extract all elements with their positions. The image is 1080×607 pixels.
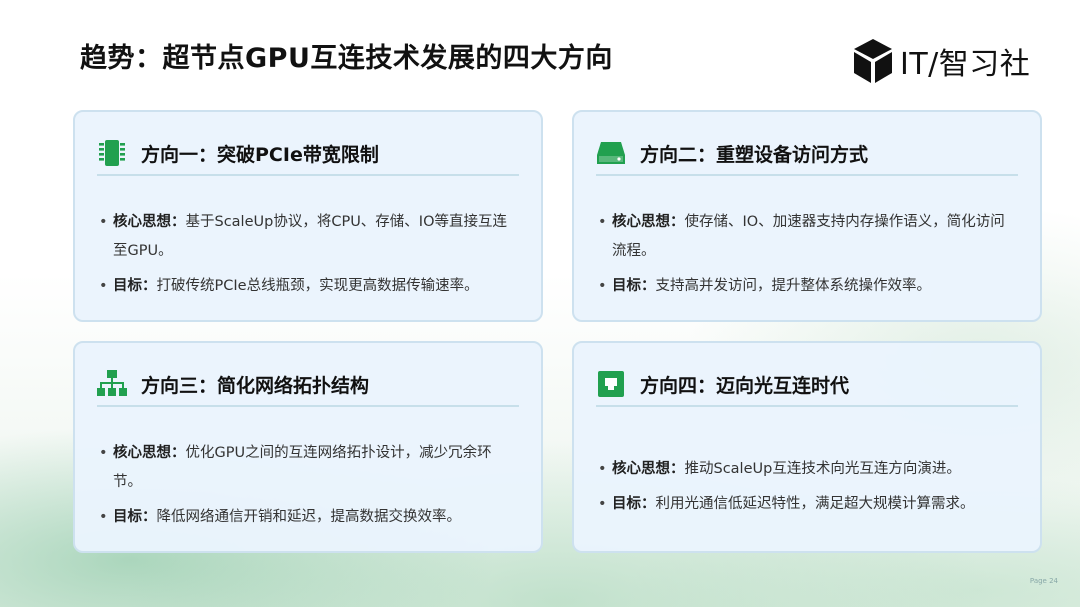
cube-logo-icon [854, 39, 892, 83]
card-bullets: 核心思想：推动ScaleUp互连技术向光互连方向演进。 目标：利用光通信低延迟特… [598, 455, 1016, 525]
card-bullets: 核心思想：优化GPU之间的互连网络拓扑设计，减少冗余环节。 目标：降低网络通信开… [99, 439, 517, 538]
card-header: 方向四：迈向光互连时代 [596, 368, 849, 400]
card-title: 方向三：简化网络拓扑结构 [141, 374, 370, 397]
slide-title: 趋势：超节点GPU互连技术发展的四大方向 [80, 43, 613, 74]
direction-card-2: 方向二：重塑设备访问方式 核心思想：使存储、IO、加速器支持内存操作语义，简化访… [572, 110, 1042, 322]
bullet-item: 核心思想：推动ScaleUp互连技术向光互连方向演进。 [598, 455, 1016, 484]
bullet-text: 打破传统PCIe总线瓶颈，实现更高数据传输速率。 [156, 278, 479, 294]
bullet-key: 核心思想： [612, 214, 685, 230]
card-title: 方向二：重塑设备访问方式 [640, 143, 869, 166]
bullet-item: 目标：支持高并发访问，提升整体系统操作效率。 [598, 272, 1016, 301]
card-header: 方向一：突破PCIe带宽限制 [97, 137, 379, 169]
card-divider [97, 405, 519, 407]
bullet-key: 目标： [113, 278, 157, 294]
bullet-key: 核心思想： [113, 214, 186, 230]
card-header: 方向二：重塑设备访问方式 [596, 137, 868, 169]
direction-card-1: 方向一：突破PCIe带宽限制 核心思想：基于ScaleUp协议，将CPU、存储、… [73, 110, 543, 322]
card-divider [596, 405, 1018, 407]
bullet-text: 降低网络通信开销和延迟，提高数据交换效率。 [156, 509, 462, 525]
card-title: 方向一：突破PCIe带宽限制 [141, 143, 379, 166]
card-divider [97, 174, 519, 176]
bullet-item: 核心思想：基于ScaleUp协议，将CPU、存储、IO等直接互连至GPU。 [99, 208, 517, 266]
bullet-item: 目标：打破传统PCIe总线瓶颈，实现更高数据传输速率。 [99, 272, 517, 301]
bullet-text: 支持高并发访问，提升整体系统操作效率。 [655, 278, 932, 294]
optical-port-icon [598, 371, 624, 397]
bullet-item: 核心思想：使存储、IO、加速器支持内存操作语义，简化访问流程。 [598, 208, 1016, 266]
page-number: Page 24 [1029, 577, 1058, 585]
bullet-key: 核心思想： [612, 461, 685, 477]
direction-card-3: 方向三：简化网络拓扑结构 核心思想：优化GPU之间的互连网络拓扑设计，减少冗余环… [73, 341, 543, 553]
bullet-item: 目标：降低网络通信开销和延迟，提高数据交换效率。 [99, 503, 517, 532]
card-divider [596, 174, 1018, 176]
bullet-item: 核心思想：优化GPU之间的互连网络拓扑设计，减少冗余环节。 [99, 439, 517, 497]
card-bullets: 核心思想：使存储、IO、加速器支持内存操作语义，简化访问流程。 目标：支持高并发… [598, 208, 1016, 307]
bullet-key: 目标： [113, 509, 157, 525]
direction-card-4: 方向四：迈向光互连时代 核心思想：推动ScaleUp互连技术向光互连方向演进。 … [572, 341, 1042, 553]
card-title: 方向四：迈向光互连时代 [640, 374, 850, 397]
bullet-key: 核心思想： [113, 445, 186, 461]
bullet-text: 利用光通信低延迟特性，满足超大规模计算需求。 [655, 496, 975, 512]
logo-text: IT/智习社 [900, 47, 1031, 82]
bullet-text: 推动ScaleUp互连技术向光互连方向演进。 [684, 461, 961, 477]
bullet-key: 目标： [612, 278, 656, 294]
bullet-key: 目标： [612, 496, 656, 512]
card-header: 方向三：简化网络拓扑结构 [97, 368, 369, 400]
chip-icon [99, 140, 125, 166]
brand-logo: IT/智习社 [852, 38, 1030, 84]
network-tree-icon [97, 370, 127, 396]
storage-drive-icon [597, 142, 625, 164]
bullet-item: 目标：利用光通信低延迟特性，满足超大规模计算需求。 [598, 490, 1016, 519]
card-bullets: 核心思想：基于ScaleUp协议，将CPU、存储、IO等直接互连至GPU。 目标… [99, 208, 517, 307]
